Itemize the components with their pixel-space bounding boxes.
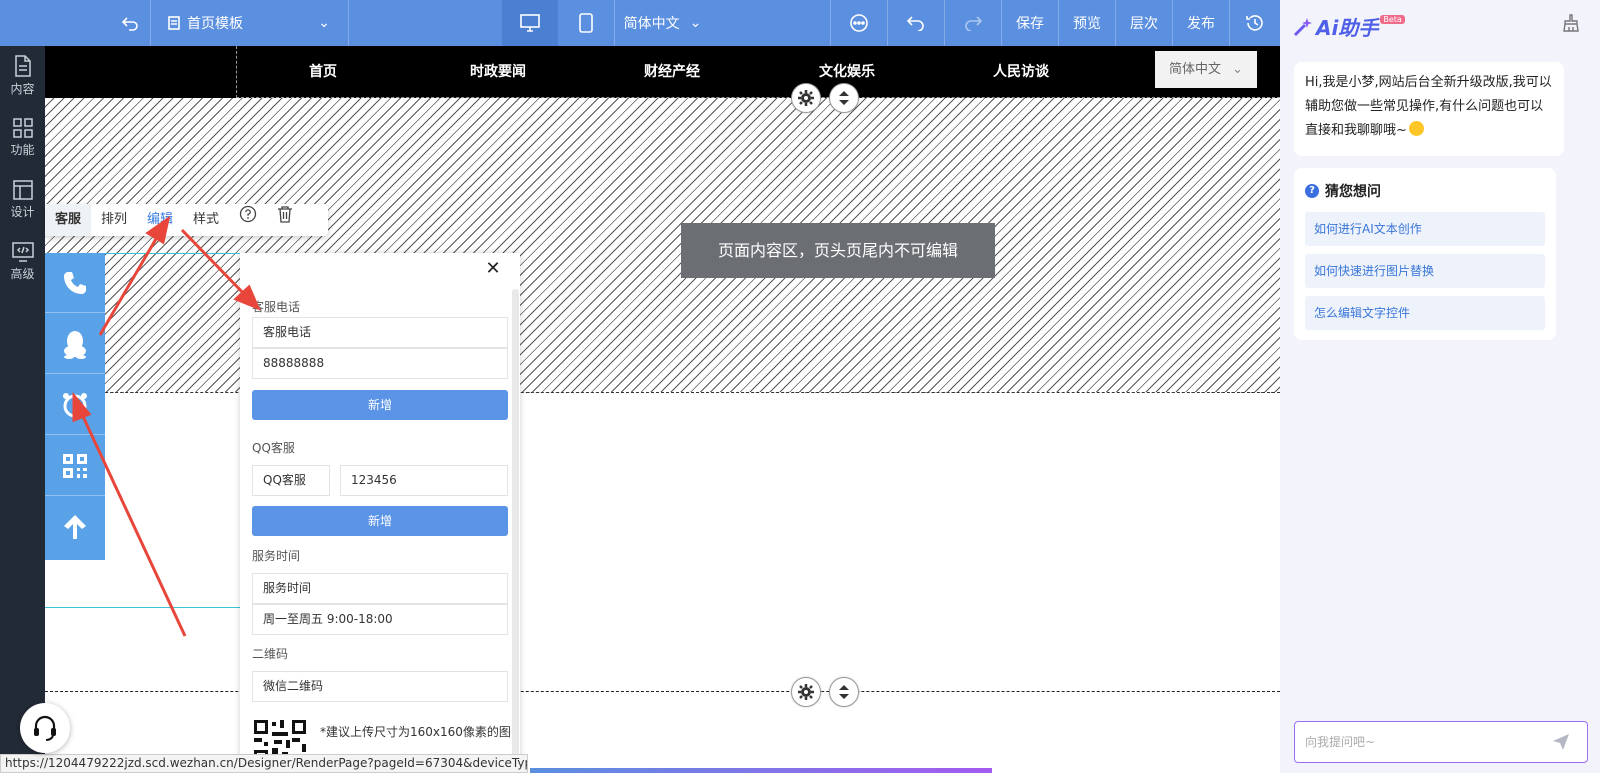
annotation-arrows: [72, 215, 261, 637]
browser-status-url: https://1204479222jzd.scd.wezhan.cn/Desi…: [0, 754, 528, 773]
send-icon: [1553, 734, 1569, 750]
ai-title: Ai助手: [1316, 16, 1379, 40]
headset-icon: [34, 715, 56, 741]
guess-title: 猜您想问: [1325, 184, 1381, 200]
question-icon: ?: [1305, 184, 1319, 198]
suggested-questions: ? 猜您想问 如何进行AI文本创作 如何快速进行图片替换 怎么编辑文字控件: [1294, 168, 1556, 340]
ai-greeting-text: Hi,我是小梦,网站后台全新升级改版,我可以辅助您做一些常见操作,有什么问题也可…: [1305, 75, 1552, 138]
suggested-question-item[interactable]: 怎么编辑文字控件: [1305, 296, 1545, 330]
sparkle-wand-icon: [1293, 17, 1312, 36]
beta-badge: Beta: [1380, 15, 1405, 24]
ai-question-input[interactable]: 向我提问吧~: [1294, 721, 1588, 763]
broom-icon: [1563, 14, 1579, 32]
ai-assistant-panel: Ai助手 Beta Hi,我是小梦,网站后台全新升级改版,我可以辅助您做一些常见…: [1280, 0, 1600, 773]
ai-greeting-bubble: Hi,我是小梦,网站后台全新升级改版,我可以辅助您做一些常见操作,有什么问题也可…: [1294, 62, 1564, 156]
loading-progress-bar: [530, 768, 992, 773]
send-button[interactable]: [1552, 733, 1570, 755]
suggested-question-item[interactable]: 如何进行AI文本创作: [1305, 212, 1545, 246]
suggested-question-item[interactable]: 如何快速进行图片替换: [1305, 254, 1545, 288]
ai-clear-button[interactable]: [1562, 14, 1580, 36]
smile-emoji-icon: [1408, 121, 1424, 136]
help-support-button[interactable]: [20, 703, 70, 753]
ai-logo: Ai助手 Beta: [1293, 12, 1405, 41]
